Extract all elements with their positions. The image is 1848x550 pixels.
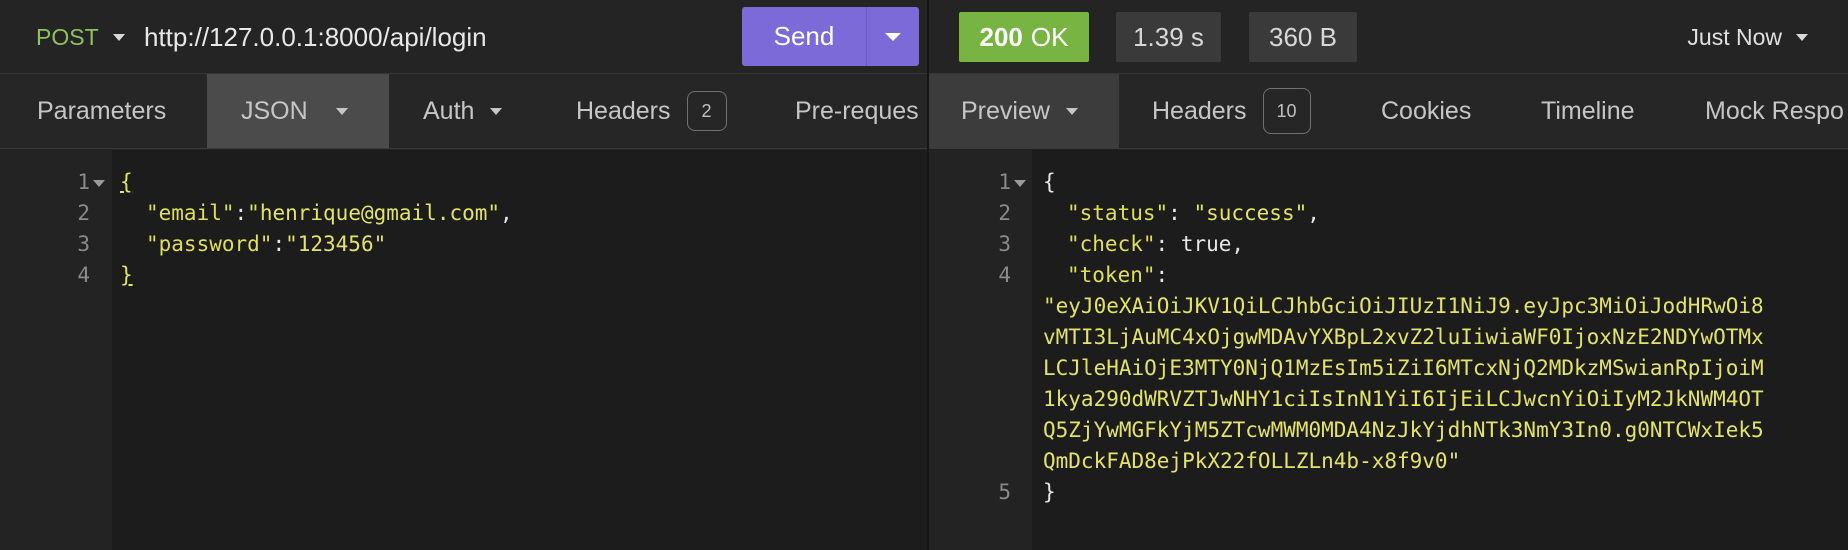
chevron-down-icon xyxy=(1065,107,1078,115)
request-url-bar: POST http://127.0.0.1:8000/api/login Sen… xyxy=(0,0,927,74)
chevron-down-icon xyxy=(1796,34,1808,41)
method-selector[interactable]: POST xyxy=(36,24,125,51)
token-line: LCJleHAiOjE3MTY0NjQ1MzEsIm5iZiI6MTcxNjQ2… xyxy=(1043,356,1764,380)
line-number: 4 xyxy=(77,263,90,287)
response-size-badge: 360 B xyxy=(1249,12,1357,62)
line-number: 1 xyxy=(77,170,90,194)
open-brace: { xyxy=(120,170,133,194)
request-tabs: Parameters JSON Auth Headers 2 Pre-reque… xyxy=(0,74,927,149)
response-status-bar: 200 OK 1.39 s 360 B Just Now xyxy=(929,0,1848,74)
json-key: "check" xyxy=(1067,232,1156,256)
request-pane: POST http://127.0.0.1:8000/api/login Sen… xyxy=(0,0,927,550)
tab-label: Timeline xyxy=(1541,96,1635,125)
tab-parameters[interactable]: Parameters xyxy=(37,74,166,148)
token-line: vMTI3LjAuMC4xOjgwMDAvYXBpL2xvZ2luIiwiaWF… xyxy=(1043,325,1764,349)
code-line: } xyxy=(120,263,133,287)
tab-label: Mock Respo xyxy=(1705,96,1844,125)
url-input[interactable]: http://127.0.0.1:8000/api/login xyxy=(144,22,487,53)
line-number: 4 xyxy=(998,263,1011,287)
tab-pre-request[interactable]: Pre-reques xyxy=(795,74,919,148)
response-body-viewer[interactable]: 1 2 3 4 5 { "status": "success", "check"… xyxy=(929,150,1848,550)
send-button[interactable]: Send xyxy=(742,7,866,66)
tab-auth[interactable]: Auth xyxy=(423,74,503,148)
tab-label: Preview xyxy=(961,96,1050,125)
history-label: Just Now xyxy=(1687,24,1782,50)
token-line: 1kya290dWRVZTJwNHY1ciIsInN1YiI6IjEiLCJwc… xyxy=(1043,387,1764,411)
json-value: "success" xyxy=(1193,201,1308,225)
fold-arrow-icon[interactable] xyxy=(1014,180,1026,187)
token-line: "eyJ0eXAiOiJKV1QiLCJhbGciOiJIUzI1NiJ9.ey… xyxy=(1043,294,1764,318)
send-button-group: Send xyxy=(742,7,919,66)
code-line: "token": xyxy=(1067,263,1169,287)
send-options-button[interactable] xyxy=(867,7,919,66)
response-headers-count-badge: 10 xyxy=(1262,88,1311,134)
headers-count-badge: 2 xyxy=(686,91,727,131)
tab-mock-response[interactable]: Mock Respo xyxy=(1705,74,1844,148)
json-key: "password" xyxy=(146,232,273,256)
close-brace: } xyxy=(1043,480,1056,504)
code-line: "email":"henrique@gmail.com", xyxy=(146,201,513,225)
token-line: QmDckFAD8ejPkX22fOLLZLn4b-x8f9v0" xyxy=(1043,449,1461,473)
tab-label: Auth xyxy=(423,96,475,125)
code-line: "status": "success", xyxy=(1067,201,1320,225)
status-code: 200 xyxy=(979,21,1023,52)
line-number: 3 xyxy=(77,232,90,256)
tab-label: Pre-reques xyxy=(795,96,919,125)
json-key: "email" xyxy=(146,201,235,225)
tab-timeline[interactable]: Timeline xyxy=(1541,74,1635,148)
json-key: "token" xyxy=(1067,263,1156,287)
chevron-down-icon xyxy=(112,34,125,41)
chevron-down-icon xyxy=(885,32,901,41)
tab-cookies[interactable]: Cookies xyxy=(1381,74,1471,148)
chevron-down-icon xyxy=(335,107,348,115)
tab-label: JSON xyxy=(241,96,308,125)
response-tabs: Preview Headers 10 Cookies Timeline Mock… xyxy=(929,74,1848,149)
status-badge: 200 OK xyxy=(959,12,1089,62)
tab-json[interactable]: JSON xyxy=(207,74,389,148)
code-line: { xyxy=(120,170,133,194)
line-number: 1 xyxy=(998,170,1011,194)
json-value: "123456" xyxy=(285,232,387,256)
method-label: POST xyxy=(36,24,99,50)
line-number: 2 xyxy=(77,201,90,225)
code-line: { xyxy=(1043,170,1056,194)
tab-label: Parameters xyxy=(37,96,167,125)
tab-label: Headers xyxy=(1152,96,1247,125)
tab-headers[interactable]: Headers 2 xyxy=(576,74,727,148)
code-line: "check": true, xyxy=(1067,232,1245,256)
status-text: OK xyxy=(1030,21,1069,52)
line-number: 5 xyxy=(998,480,1011,504)
json-key: "status" xyxy=(1067,201,1169,225)
token-line: Q5ZjYwMGFkYjM5ZTcwMWM0MDA4NzJkYjdhNTk3Nm… xyxy=(1043,418,1764,442)
close-brace: } xyxy=(120,263,133,287)
open-brace: { xyxy=(1043,170,1056,194)
response-time-badge: 1.39 s xyxy=(1116,12,1221,62)
json-value: "henrique@gmail.com" xyxy=(247,201,501,225)
tab-label: Headers xyxy=(576,96,671,125)
chevron-down-icon xyxy=(490,107,503,115)
tab-response-headers[interactable]: Headers 10 xyxy=(1152,74,1311,148)
line-number: 3 xyxy=(998,232,1011,256)
code-line: } xyxy=(1043,480,1056,504)
tab-preview[interactable]: Preview xyxy=(929,74,1119,148)
response-pane: 200 OK 1.39 s 360 B Just Now Preview Hea… xyxy=(929,0,1848,550)
tab-label: Cookies xyxy=(1381,96,1472,125)
json-value: true xyxy=(1180,232,1232,256)
history-dropdown[interactable]: Just Now xyxy=(1687,24,1808,51)
fold-arrow-icon[interactable] xyxy=(93,180,105,187)
line-number: 2 xyxy=(998,201,1011,225)
code-line: "password":"123456" xyxy=(146,232,387,256)
request-body-editor[interactable]: 1 2 3 4 { "email":"henrique@gmail.com", … xyxy=(0,150,927,550)
line-number-gutter xyxy=(0,150,112,550)
